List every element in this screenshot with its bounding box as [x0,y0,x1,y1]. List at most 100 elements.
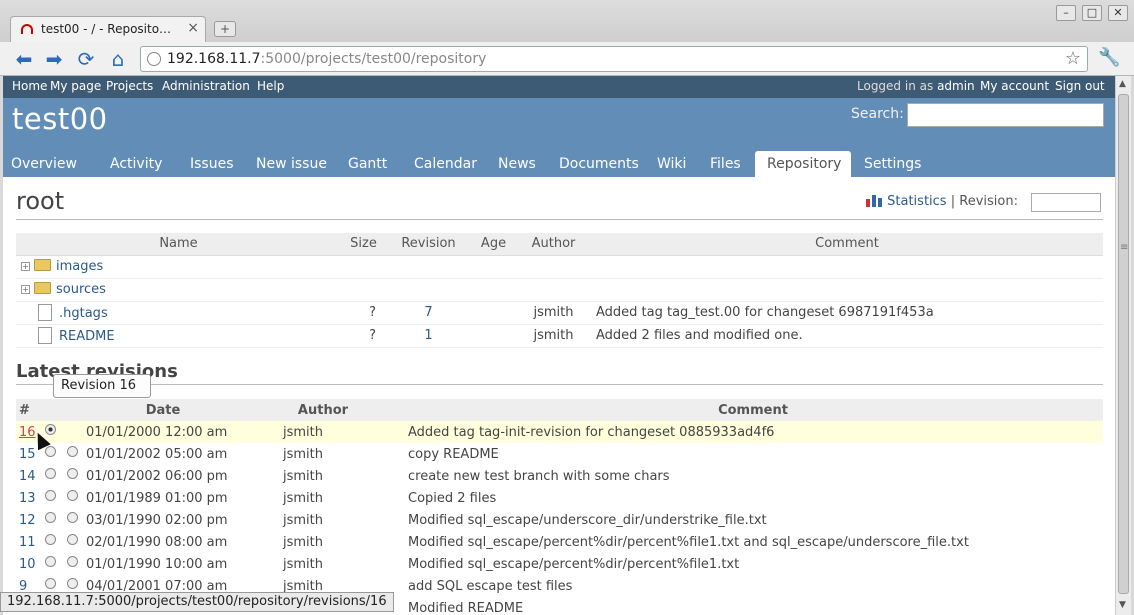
folder-icon [34,259,51,271]
home-icon[interactable]: ⌂ [106,47,130,71]
search-input[interactable] [907,103,1104,127]
entry-author: jsmith [516,301,591,325]
wrench-menu-icon[interactable]: 🔧 [1098,47,1120,68]
revision-comment: Modified sql_escape/underscore_dir/under… [408,512,767,528]
revision-date: 01/01/2002 05:00 am [86,446,228,462]
revision-date: 01/01/2002 06:00 pm [86,468,228,484]
revision-comment: add SQL escape test files [408,578,573,594]
browser-tab[interactable]: test00 - / - Reposito… × [10,16,206,42]
revision-date: 01/01/1990 10:00 am [86,556,228,572]
new-tab-button[interactable]: + [214,21,236,37]
revision-from-radio[interactable] [45,424,56,435]
column-header: Comment [403,399,1103,421]
topmenu-mypage-link[interactable]: My page [50,79,101,93]
sign-out-link[interactable]: Sign out [1055,79,1105,93]
browser-titlebar: test00 - / - Reposito… × + – □ ✕ [0,0,1134,42]
forward-arrow-icon[interactable]: ➡ [42,47,66,71]
entry-name-link[interactable]: sources [56,282,106,297]
tab-documents[interactable]: Documents [559,156,639,172]
revision-to-radio[interactable] [67,512,78,523]
revision-number-link[interactable]: 10 [19,557,36,572]
file-icon [38,304,52,321]
bookmark-star-icon[interactable]: ☆ [1065,48,1081,69]
entry-name-link[interactable]: README [59,329,115,344]
tab-activity[interactable]: Activity [110,156,162,172]
topmenu-projects-link[interactable]: Projects [106,79,153,93]
revision-number-link[interactable]: 12 [19,513,36,528]
revision-row: 10 01/01/1990 10:00 am jsmith Modified s… [16,553,1103,575]
tab-wiki[interactable]: Wiki [657,156,686,172]
project-header: test00 Search: Overview Activity Issues … [3,98,1115,177]
tab-gantt[interactable]: Gantt [348,156,387,172]
revision-input[interactable] [1031,193,1101,212]
revision-date: 03/01/1990 02:00 pm [86,512,228,528]
revision-to-radio[interactable] [67,556,78,567]
revision-from-radio[interactable] [45,556,56,567]
tab-calendar[interactable]: Calendar [414,156,477,172]
scroll-grip-icon: ≡ [1120,242,1129,253]
logged-in-as: Logged in as admin [857,79,975,93]
revision-row: 11 02/01/1990 08:00 am jsmith Modified s… [16,531,1103,553]
entry-name-link[interactable]: images [56,259,103,274]
revision-from-radio[interactable] [45,490,56,501]
my-account-link[interactable]: My account [980,79,1049,93]
project-title[interactable]: test00 [12,102,108,136]
search-label: Search: [851,106,904,122]
statistics-bar: Statistics | Revision: [865,193,1018,209]
revision-author: jsmith [283,556,323,572]
entry-revision-link[interactable]: 1 [424,328,432,343]
entries-table: Name Size Revision Age Author Comment + i… [16,233,1103,348]
scroll-down-icon[interactable]: ▼ [1119,600,1126,610]
revision-date: 01/01/1989 01:00 pm [86,490,228,506]
revision-comment: Added tag tag-init-revision for changese… [403,421,1103,443]
browser-toolbar: ⬅ ➡ ⟳ ⌂ 192.168.11.7:5000/projects/test0… [0,42,1134,76]
revision-to-radio[interactable] [67,578,78,589]
revision-date: 01/01/2000 12:00 am [83,421,243,443]
logged-in-user-link[interactable]: admin [937,79,975,93]
close-window-button[interactable]: ✕ [1108,5,1128,21]
revision-to-radio[interactable] [67,446,78,457]
tab-files[interactable]: Files [710,156,741,172]
revision-number-link[interactable]: 13 [19,491,36,506]
topmenu-home-link[interactable]: Home [12,79,47,93]
topmenu-help-link[interactable]: Help [257,79,284,93]
address-bar[interactable]: 192.168.11.7:5000/projects/test00/reposi… [140,46,1088,72]
page-scrollbar[interactable]: ▲ ≡ ▼ [1115,76,1131,615]
maximize-button[interactable]: □ [1082,5,1102,21]
minimize-button[interactable]: – [1056,5,1076,21]
scroll-up-icon[interactable]: ▲ [1119,79,1126,89]
tab-title: test00 - / - Reposito… [41,22,172,36]
revision-number-link[interactable]: 15 [19,447,36,462]
revision-to-radio[interactable] [67,490,78,501]
back-arrow-icon[interactable]: ⬅ [12,47,36,71]
statistics-link[interactable]: Statistics [887,194,946,209]
tab-repository[interactable]: Repository [767,156,841,172]
revision-author: jsmith [283,490,323,506]
revision-from-radio[interactable] [45,446,56,457]
tab-news[interactable]: News [498,156,536,172]
revision-from-radio[interactable] [45,578,56,589]
topmenu-administration-link[interactable]: Administration [162,79,250,93]
expand-icon[interactable]: + [21,285,30,294]
revision-from-radio[interactable] [45,512,56,523]
revision-number-link[interactable]: 11 [19,535,36,550]
tab-close-icon[interactable]: × [187,20,199,36]
revision-from-radio[interactable] [45,468,56,479]
scrollbar-thumb[interactable] [1118,94,1129,594]
revision-author: jsmith [243,421,403,443]
revision-to-radio[interactable] [67,468,78,479]
entry-revision-link[interactable]: 7 [424,305,432,320]
tab-overview[interactable]: Overview [11,156,77,172]
revision-from-radio[interactable] [45,534,56,545]
tab-new-issue[interactable]: New issue [256,156,327,172]
tab-issues[interactable]: Issues [190,156,234,172]
tab-settings[interactable]: Settings [864,156,921,172]
file-icon [38,327,52,344]
entry-name-link[interactable]: .hgtags [59,306,108,321]
expand-icon[interactable]: + [21,262,30,271]
revision-to-radio[interactable] [67,534,78,545]
reload-icon[interactable]: ⟳ [74,47,98,71]
address-text[interactable]: 192.168.11.7:5000/projects/test00/reposi… [167,51,486,67]
revision-number-link[interactable]: 14 [19,469,36,484]
revision-row: 16 01/01/2000 12:00 am jsmith Added tag … [16,421,1103,443]
